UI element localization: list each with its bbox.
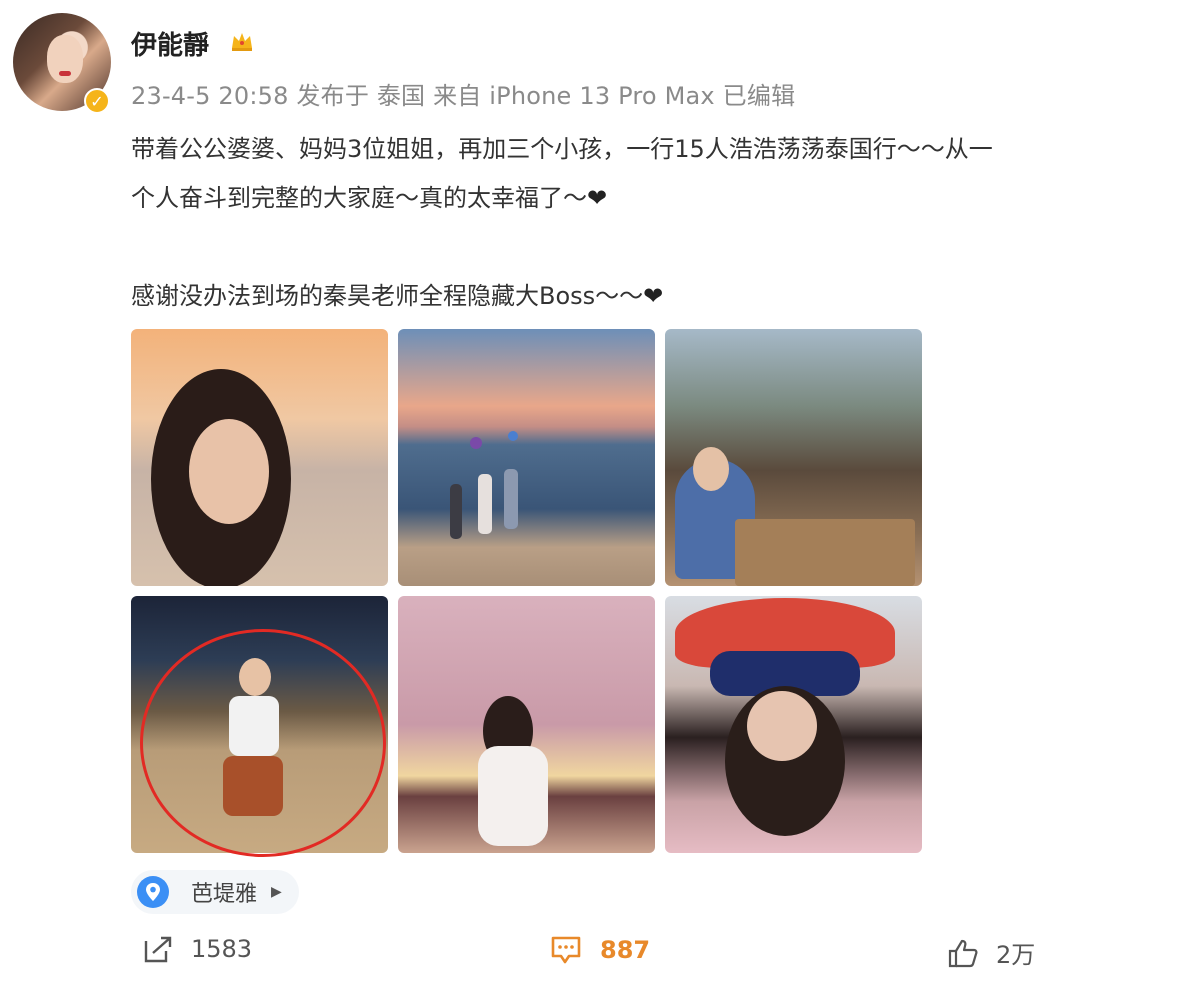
comment-button[interactable]: 887 [550,935,650,965]
beach-selfie-photo[interactable] [131,329,388,586]
heart-icon: ❤ [587,184,608,212]
like-count: 2万 [996,941,1036,969]
repost-icon [144,936,172,963]
comment-count: 887 [600,936,651,964]
family-dinner-photo[interactable] [665,329,922,586]
location-tag[interactable]: 芭堤雅 ▶ [131,870,299,914]
post-meta: 23-4-5 20:58 发布于 泰国 来自 iPhone 13 Pro Max… [131,82,796,110]
content-line: 感谢没办法到场的秦昊老师全程隐藏大Boss～～❤ [131,282,664,310]
comment-icon [551,936,581,964]
repost-button[interactable]: 1583 [143,935,252,963]
username[interactable]: 伊能靜 [131,25,209,62]
woman-pink-room-photo[interactable] [398,596,655,853]
like-button[interactable]: 2万 [948,935,1035,970]
location-pin-icon [137,876,169,908]
content-line: 个人奋斗到完整的大家庭～真的太幸福了～❤ [131,184,608,212]
annotation-circle [140,629,386,857]
hat-selfie-photo[interactable] [665,596,922,853]
content-line: 带着公公婆婆、妈妈3位姐姐，再加三个小孩，一行15人浩浩荡荡泰国行～～从一 [131,135,993,163]
thumbs-up-icon [948,939,978,967]
location-label: 芭堤雅 [191,882,258,907]
crown-icon [232,33,252,51]
avatar-lips [59,71,71,76]
post-content: 带着公公婆婆、妈妈3位姐姐，再加三个小孩，一行15人浩浩荡荡泰国行～～从一 个人… [131,125,1181,321]
verified-badge-icon: ✓ [84,88,110,114]
beach-kids-photo[interactable] [398,329,655,586]
heart-icon: ❤ [643,282,664,310]
repost-count: 1583 [191,935,253,963]
chevron-right-icon: ▶ [271,884,282,900]
